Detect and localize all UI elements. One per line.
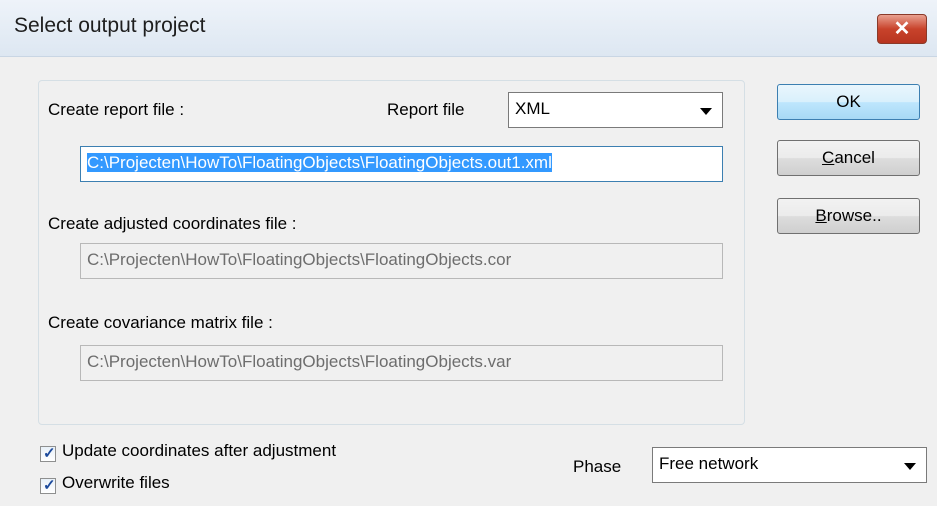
chevron-down-icon [700,108,712,115]
chevron-down-icon [904,463,916,470]
coordinates-file-label: Create adjusted coordinates file : [48,214,297,233]
covariance-file-path-text: C:\Projecten\HowTo\FloatingObjects\Float… [87,352,512,371]
check-icon: ✓ [43,445,56,462]
browse-mnemonic: B [815,206,827,225]
report-type-select[interactable]: XML [508,92,723,128]
coordinates-file-path-input[interactable]: C:\Projecten\HowTo\FloatingObjects\Float… [80,243,723,279]
close-button[interactable]: ✕ [877,14,927,44]
title-bar: Select output project ✕ [0,0,937,57]
report-type-label: Report file [387,100,465,119]
report-type-value: XML [515,99,550,118]
update-coordinates-label[interactable]: Update coordinates after adjustment [62,441,336,461]
phase-label: Phase [573,457,622,476]
update-coordinates-checkbox[interactable]: ✓ [40,445,56,462]
cancel-mnemonic: C [822,148,835,167]
report-file-path-text: C:\Projecten\HowTo\FloatingObjects\Float… [87,153,552,172]
covariance-file-label: Create covariance matrix file : [48,313,273,332]
report-file-label: Create report file : [48,100,185,119]
cancel-button[interactable]: Cancel [777,140,920,176]
overwrite-files-label[interactable]: Overwrite files [62,473,170,493]
browse-label: rowse.. [826,206,882,225]
overwrite-files-checkbox[interactable]: ✓ [40,477,56,494]
cancel-label: ancel [834,148,875,167]
check-icon: ✓ [43,477,56,494]
close-icon: ✕ [893,18,911,40]
report-file-path-input[interactable]: C:\Projecten\HowTo\FloatingObjects\Float… [80,146,723,182]
coordinates-file-path-text: C:\Projecten\HowTo\FloatingObjects\Float… [87,250,512,269]
ok-label: OK [836,92,861,111]
window-title: Select output project [14,14,206,37]
browse-button[interactable]: Browse.. [777,198,920,234]
ok-button[interactable]: OK [777,84,920,120]
phase-select[interactable]: Free network [652,447,927,483]
phase-value: Free network [659,454,759,473]
covariance-file-path-input[interactable]: C:\Projecten\HowTo\FloatingObjects\Float… [80,345,723,381]
